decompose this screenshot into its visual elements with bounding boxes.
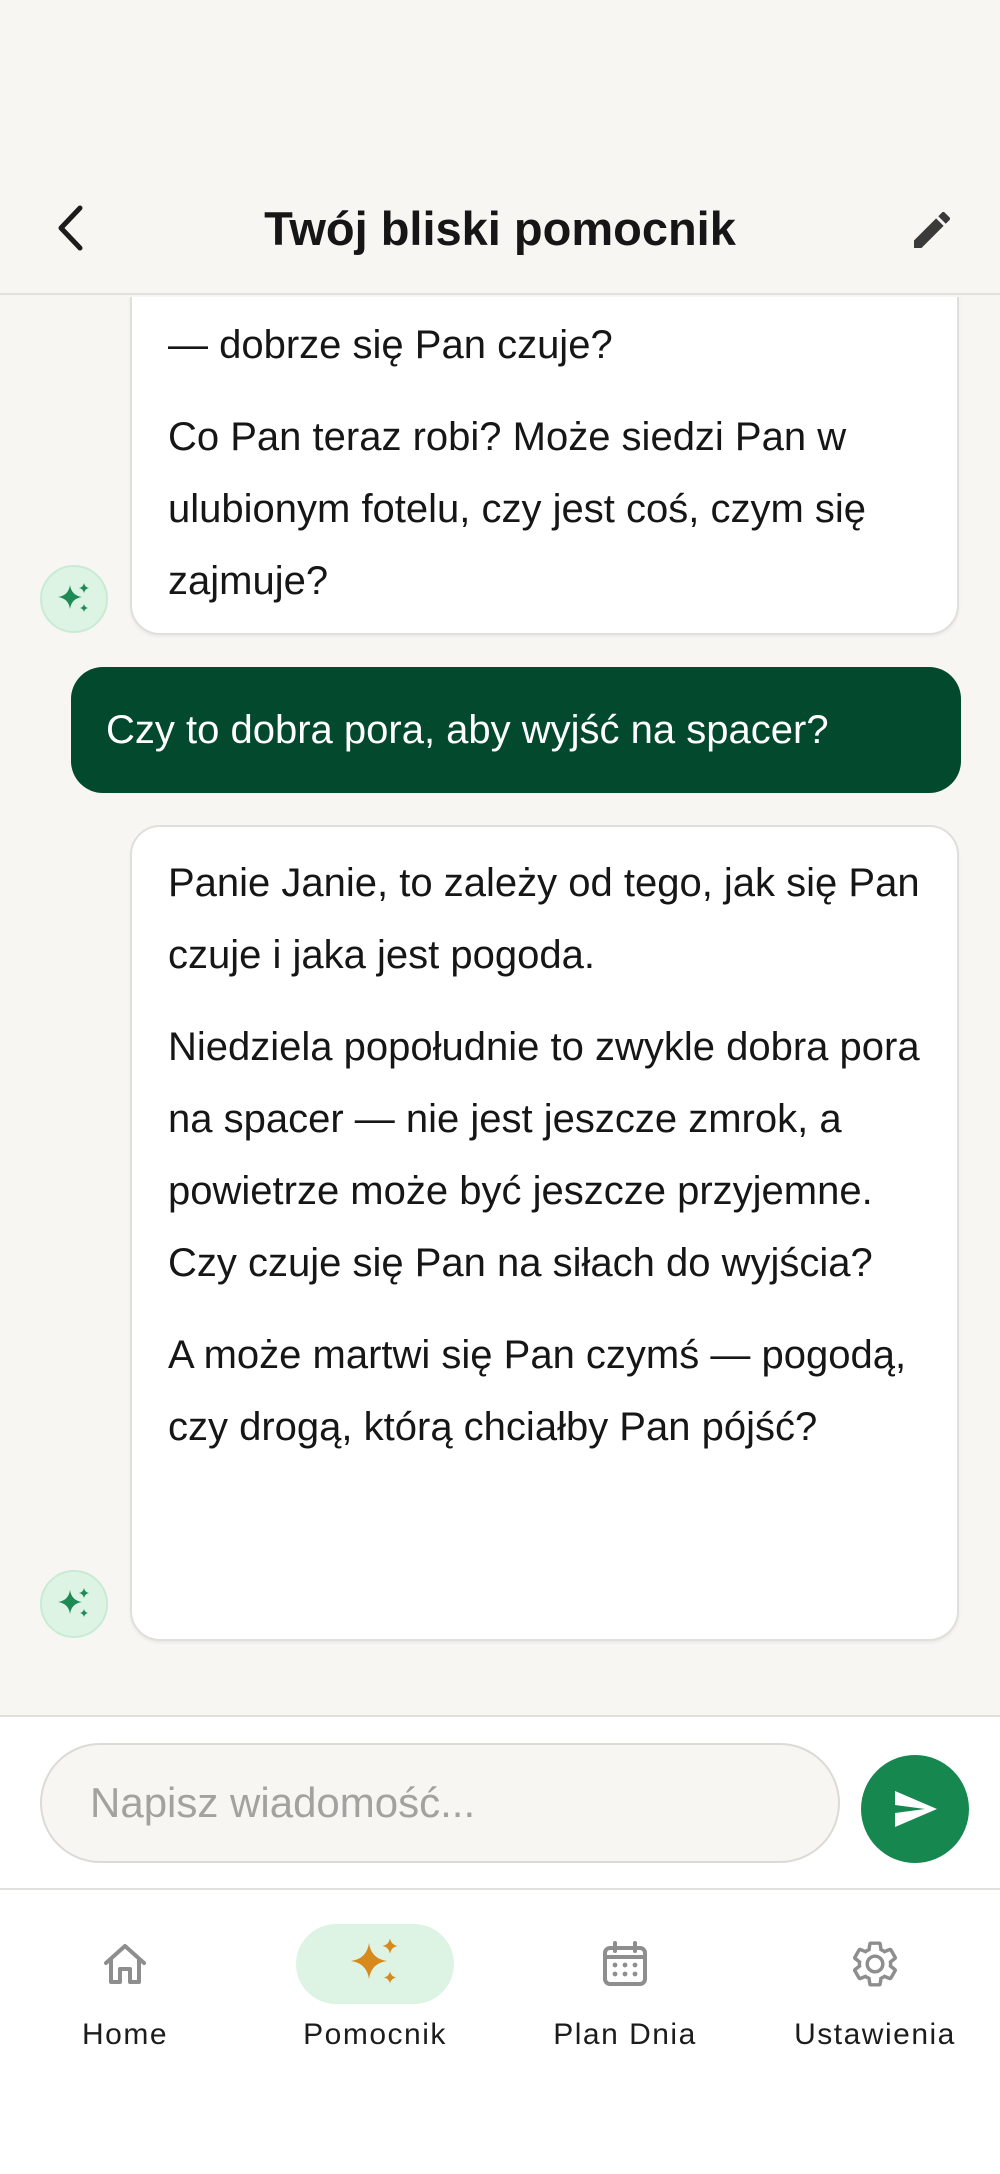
status-bar-area bbox=[0, 0, 1000, 180]
pencil-icon bbox=[914, 211, 951, 248]
calendar-icon bbox=[603, 1941, 647, 1986]
assistant-avatar bbox=[40, 1570, 108, 1638]
send-button[interactable] bbox=[861, 1755, 969, 1863]
message-paragraph: — dobrze się Pan czuje? bbox=[168, 323, 613, 367]
assistant-avatar bbox=[40, 565, 108, 633]
sparkles-icon bbox=[58, 1588, 89, 1617]
send-icon bbox=[895, 1791, 937, 1827]
nav-item-assistant[interactable]: Pomocnik bbox=[250, 1924, 500, 2064]
nav-label: Pomocnik bbox=[303, 2018, 447, 2051]
chevron-left-icon bbox=[58, 205, 83, 251]
message-paragraph: Panie Janie, to zależy od tego, jak się … bbox=[168, 861, 920, 977]
nav-icon-container bbox=[296, 1924, 454, 2004]
assistant-message: Panie Janie, to zależy od tego, jak się … bbox=[130, 825, 959, 1641]
message-composer bbox=[0, 1715, 1000, 1890]
user-message: Czy to dobra pora, aby wyjść na spacer? bbox=[71, 667, 961, 793]
chat-thread[interactable]: — dobrze się Pan czuje? Co Pan teraz rob… bbox=[0, 297, 1000, 1715]
nav-item-plan-dnia[interactable]: Plan Dnia bbox=[500, 1924, 750, 2064]
message-paragraph: Niedziela popołudnie to zwykle dobra por… bbox=[168, 1025, 920, 1285]
message-paragraph: A może martwi się Pan czymś — pogodą, cz… bbox=[168, 1333, 907, 1449]
back-button[interactable] bbox=[44, 196, 96, 260]
nav-icon-container bbox=[546, 1924, 704, 2004]
assistant-message: — dobrze się Pan czuje? Co Pan teraz rob… bbox=[130, 297, 959, 635]
nav-label: Home bbox=[81, 2018, 169, 2051]
nav-label: Plan Dnia bbox=[553, 2018, 697, 2051]
nav-item-home[interactable]: Home bbox=[0, 1924, 250, 2064]
bottom-navigation: Home Pomocnik Plan Dnia Ustawienia bbox=[0, 1890, 1000, 2174]
nav-icon-container bbox=[796, 1924, 954, 2004]
message-paragraph: Co Pan teraz robi? Może siedzi Pan w ulu… bbox=[168, 415, 867, 603]
sparkles-icon bbox=[58, 583, 89, 612]
page-title: Twój bliski pomocnik bbox=[264, 202, 736, 255]
message-input[interactable] bbox=[40, 1743, 840, 1863]
edit-button[interactable] bbox=[900, 198, 964, 262]
home-icon bbox=[104, 1944, 146, 1984]
gear-icon bbox=[853, 1941, 897, 1987]
nav-item-settings[interactable]: Ustawienia bbox=[750, 1924, 1000, 2064]
sparkles-icon bbox=[351, 1938, 398, 1984]
nav-label: Ustawienia bbox=[794, 2018, 956, 2051]
nav-icon-container bbox=[46, 1924, 204, 2004]
top-app-bar: Twój bliski pomocnik bbox=[0, 180, 1000, 295]
